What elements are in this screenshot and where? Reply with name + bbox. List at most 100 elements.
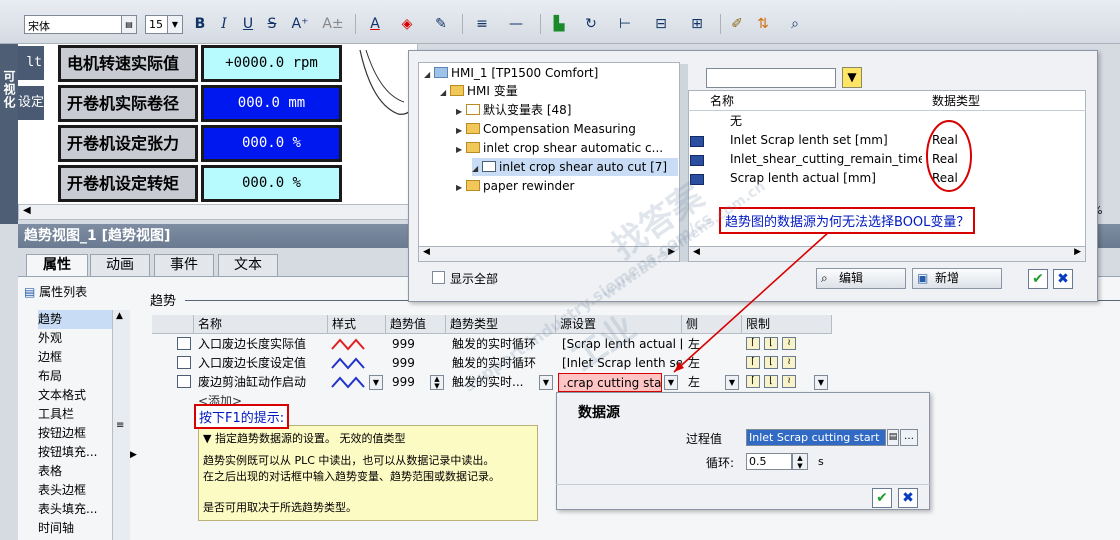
limit-lower-icon[interactable]: ⌊ [764,375,778,388]
scroll-left-arrow-icon[interactable]: ◀ [23,205,31,216]
tree-node-auto-cut[interactable]: ◢ inlet crop shear auto cut [7] [472,158,678,176]
font-name-select[interactable]: 宋体 ▤ [24,15,137,34]
rotate-icon[interactable]: ↻ [580,14,602,34]
trend-type[interactable]: 触发的实时循环 [448,335,556,354]
tree-node-paper-rewinder[interactable]: ▶ paper rewinder [456,177,574,195]
edit-button[interactable]: ⌕ 编辑 [816,268,906,289]
nav-scrollbar[interactable]: ▲ ≡ [112,310,130,540]
side-tab-1[interactable]: lt [18,46,44,80]
tree-collapse-icon[interactable]: ▶ [456,179,466,197]
trend-name[interactable]: 废边剪油缸动作启动 [194,373,328,392]
canvas-horizontal-scrollbar[interactable]: ◀ [18,204,418,220]
list-header-data-type[interactable]: 数据类型 [932,92,980,110]
align-center-icon[interactable]: ⊟ [650,14,672,34]
side-tab-2[interactable]: 设定 [18,86,44,120]
tree-node-hmi[interactable]: ◢ HMI_1 [TP1500 Comfort] [424,64,598,82]
limit-upper-icon[interactable]: ⌈ [746,356,760,369]
align-left-icon[interactable]: ⊢ [614,14,636,34]
font-color-icon[interactable]: A [362,14,388,34]
tree-expand-icon[interactable]: ◢ [472,160,482,178]
tree-expand-icon[interactable]: ◢ [424,66,434,84]
line-color-icon[interactable]: ✎ [428,14,454,34]
tree-node-inlet-crop-shear[interactable]: ▶ inlet crop shear automatic c... [456,139,663,157]
scroll-up-arrow-icon[interactable]: ▲ [116,311,123,321]
distribute-icon[interactable]: ⊞ [686,14,708,34]
trend-style-line[interactable] [328,354,368,373]
process-value-browse-button[interactable]: … [900,429,918,446]
fill-color-icon[interactable]: ◈ [394,14,420,34]
limit-lower-icon[interactable]: ⌊ [764,337,778,350]
list-header-name[interactable]: 名称 [710,92,734,110]
trend-side[interactable]: 左 [684,354,740,373]
superscript-button[interactable]: A⁺ [286,14,314,34]
italic-button[interactable]: I [216,14,232,34]
limit-lower-icon[interactable]: ⌊ [764,356,778,369]
tree-horizontal-scrollbar[interactable]: ◀ ▶ [418,246,680,262]
trend-source[interactable]: [Inlet Scrap lenth se... [558,354,682,373]
trend-type[interactable]: 触发的实时... [448,373,540,392]
line-width-icon[interactable]: — [504,14,528,34]
tooltip-expand-icon[interactable]: ▼ [203,432,211,445]
trend-style-line[interactable] [328,373,368,392]
tab-animations[interactable]: 动画 [90,254,150,276]
limit-range-icon[interactable]: ≀ [782,337,796,350]
limit-upper-icon[interactable]: ⌈ [746,375,760,388]
trend-name[interactable]: 入口废边长度实际值 [194,335,328,354]
tag-list-item[interactable]: Scrap lenth actual [mm] [730,169,926,188]
trend-type[interactable]: 触发的实时循环 [448,354,556,373]
tag-list-item[interactable]: Inlet_shear_cutting_remain_time_s [730,150,922,169]
tree-expand-icon[interactable]: ◢ [440,84,450,102]
limit-dropdown-icon[interactable]: ▼ [814,375,828,390]
pane-splitter[interactable] [680,64,688,262]
grid-header-trend-value[interactable]: 趋势值 [386,315,446,334]
font-name-dropdown-icon[interactable]: ▤ [121,16,136,33]
source-dropdown-icon[interactable]: ▼ [664,375,678,390]
tree-node-compensation[interactable]: ▶ Compensation Measuring [456,120,636,138]
property-list-header[interactable]: ▤ 属性列表 [24,283,87,300]
trend-source-editing[interactable]: .crap cutting start] [558,373,662,392]
value-spinner-icon[interactable]: ▲ ▼ [430,375,444,390]
list-horizontal-scrollbar[interactable]: ◀ ▶ [688,246,1086,262]
underline-button[interactable]: U [240,14,256,34]
tab-properties[interactable]: 属性 [26,254,88,277]
trend-name[interactable]: 入口废边长度设定值 [194,354,328,373]
strikethrough-button[interactable]: S [264,14,280,34]
data-source-cancel-button[interactable]: ✖ [898,488,918,508]
line-style-icon[interactable]: ≡ [470,14,494,34]
side-dropdown-icon[interactable]: ▼ [725,375,739,390]
tree-node-default-tag-table[interactable]: ▶ 默认变量表 [48] [456,101,571,119]
bold-button[interactable]: B [192,14,208,34]
new-button[interactable]: ▣ 新增 [912,268,1002,289]
grid-header-style[interactable]: 样式 [328,315,386,334]
grid-header-limit[interactable]: 限制 [742,315,832,334]
tag-filter-input[interactable] [706,68,836,88]
process-value-list-icon[interactable]: ▤ [887,429,899,446]
tag-list-item[interactable]: Inlet Scrap lenth set [mm] [730,131,926,150]
type-dropdown-icon[interactable]: ▼ [539,375,553,390]
cycle-input[interactable]: 0.5 [746,453,792,470]
trend-value[interactable]: 999 [388,373,428,392]
scroll-left-arrow-icon[interactable]: ◀ [423,247,430,257]
hmi-io-field[interactable]: 000.0 mm [201,85,342,122]
grid-header-source[interactable]: 源设置 [556,315,682,334]
hmi-io-field[interactable]: +0000.0 rpm [201,45,342,82]
font-size-dropdown-icon[interactable]: ▼ [167,16,182,33]
scroll-right-arrow-icon[interactable]: ▶ [1074,247,1081,257]
grid-header-trend-type[interactable]: 趋势类型 [446,315,556,334]
scroll-grip-icon[interactable]: ≡ [116,420,124,431]
filter-icon[interactable]: ▼ [842,67,862,88]
limit-upper-icon[interactable]: ⌈ [746,337,760,350]
trend-value[interactable]: 999 [388,335,438,354]
scroll-right-arrow-icon[interactable]: ▶ [668,247,675,257]
trend-side[interactable]: 左 [684,373,724,392]
cycle-spinner-icon[interactable]: ▲ ▼ [792,453,808,470]
tab-events[interactable]: 事件 [154,254,214,276]
dialog-ok-button[interactable]: ✔ [1028,269,1048,289]
trend-value[interactable]: 999 [388,354,438,373]
sort-icon[interactable]: ⇅ [752,14,774,34]
trend-style-line[interactable] [328,335,368,354]
tree-collapse-icon[interactable]: ▶ [456,103,466,121]
tree-expand-icon[interactable]: ▶ [456,141,466,159]
font-size-select[interactable]: 15 ▼ [145,15,183,34]
bring-to-front-icon[interactable]: ▙ [548,14,570,34]
